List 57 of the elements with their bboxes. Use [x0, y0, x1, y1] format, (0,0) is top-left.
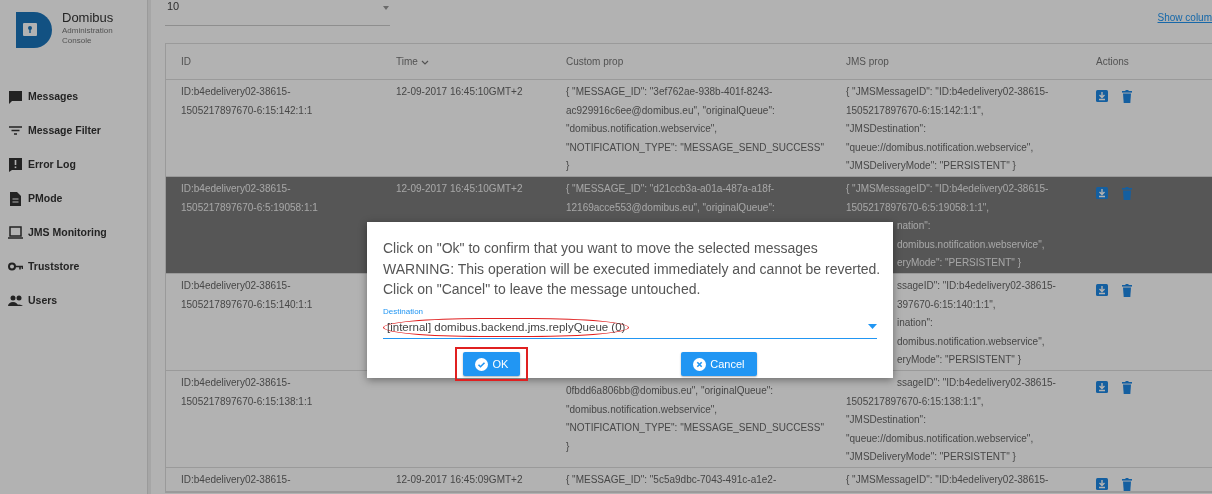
table-cell-line: 1505217897670-6:15:142:1:1",	[846, 103, 984, 118]
table-cell-line: { "MESSAGE_ID": "3ef762ae-938b-401f-8243-	[566, 85, 773, 99]
dialog-message: WARNING: This operation will be executed immediately and cannot be reverted.	[383, 259, 877, 279]
table-cell-line: 1505217897670-6:15:142:1:1	[181, 103, 313, 118]
table-cell-line: domibus.notification.webservice",	[897, 237, 1045, 252]
table-cell-line: 12-09-2017 16:45:10GMT+2	[396, 181, 523, 196]
table-cell-line: { "JMSMessageID": "ID:b4edelivery02-38615-	[846, 472, 1049, 487]
table-cell-line: { "JMSMessageID": "ID:b4edelivery02-38615-	[846, 85, 1049, 99]
table-cell-line: ac929916c6ee@domibus.eu", "originalQueue":	[566, 103, 775, 118]
table-cell-line: ID:b4edelivery02-38615-	[181, 181, 291, 196]
table-cell-line: 1505217897670-6:15:138:1:1",	[846, 394, 984, 409]
table-cell-line: 397670-6:15:140:1:1",	[897, 297, 996, 312]
table-cell-line: 12169acce553@domibus.eu", "originalQueue":	[566, 200, 775, 215]
table-cell-line: "JMSDeliveryMode": "PERSISTENT" }	[846, 159, 1016, 174]
table-cell-line: { "MESSAGE_ID": "5c5a9dbc-7043-491c-a1e2-	[566, 472, 777, 487]
table-cell-line: "NOTIFICATION_TYPE": "MESSAGE_SEND_SUCCESS"	[566, 140, 824, 155]
page-size-value: 10	[167, 0, 180, 14]
table-cell-line: ID:b4edelivery02-38615-	[181, 278, 291, 293]
table-cell-line: 1505217897670-6:15:140:1:1	[181, 297, 313, 312]
table-cell-line: domibus.notification.webservice",	[897, 334, 1045, 349]
app-title: Domibus	[62, 10, 114, 26]
table-cell-line: 1505217897670-6:5:19058:1:1",	[846, 200, 990, 215]
table-cell-line: ssageID": "ID:b4edelivery02-38615-	[897, 375, 1056, 390]
table-cell-line: "queue://domibus.notification.webservice",	[846, 140, 1034, 155]
table-cell-line: 1505217897670-6:15:138:1:1	[181, 394, 313, 409]
table-cell-line: "NOTIFICATION_TYPE": "MESSAGE_SEND_SUCCESS"	[566, 421, 824, 436]
table-cell-line: 0fbdd6a806bb@domibus.eu", "originalQueue":	[566, 384, 774, 398]
dialog-message: Click on "Ok" to confirm that you want to move the selected messages	[383, 239, 819, 258]
column-header: Actions	[1095, 55, 1130, 69]
destination-label: Destination	[383, 305, 425, 318]
column-header: JMS prop	[845, 55, 890, 69]
table-cell-line: "JMSDeliveryMode": "PERSISTENT" }	[846, 450, 1016, 465]
table-cell-line: ID:b4edelivery02-38615-	[181, 472, 291, 487]
dialog-message: Click on "Cancel" to leave the message untouched.	[383, 280, 702, 299]
table-cell-line: eryMode": "PERSISTENT" }	[897, 256, 1022, 271]
app-subtitle: Console	[62, 36, 93, 46]
table-cell-line: ssageID": "ID:b4edelivery02-38615-	[897, 278, 1056, 293]
table-cell-line: nation":	[897, 219, 931, 234]
table-cell-line: "queue://domibus.notification.webservice",	[846, 431, 1034, 446]
app-subtitle: Administration	[62, 26, 114, 36]
table-cell-line: "domibus.notification.webservice",	[566, 122, 718, 137]
column-header: Custom prop	[565, 55, 625, 69]
table-cell-line: "JMSDestination":	[846, 413, 926, 428]
table-cell-line: 12-09-2017 16:45:09GMT+2	[396, 472, 523, 487]
table-cell-line: 12-09-2017 16:45:10GMT+2	[396, 85, 523, 99]
table-cell-line: ID:b4edelivery02-38615-	[181, 375, 291, 390]
table-cell-line: "domibus.notification.webservice",	[566, 402, 718, 417]
table-cell-line: { "MESSAGE_ID": "d21ccb3a-a01a-487a-a18f-	[566, 181, 774, 196]
table-cell-line: ID:b4edelivery02-38615-	[181, 85, 291, 99]
column-header: ID	[180, 55, 192, 69]
table-cell-line: { "JMSMessageID": "ID:b4edelivery02-38615-	[846, 181, 1049, 196]
table-cell-line: eryMode": "PERSISTENT" }	[897, 353, 1022, 368]
table-cell-line: 1505217897670-6:5:19058:1:1	[181, 200, 318, 215]
table-cell-line: }	[566, 439, 570, 454]
table-cell-line: }	[566, 159, 570, 174]
table-cell-line: ination":	[897, 316, 933, 331]
table-cell-line: "JMSDestination":	[846, 122, 926, 137]
